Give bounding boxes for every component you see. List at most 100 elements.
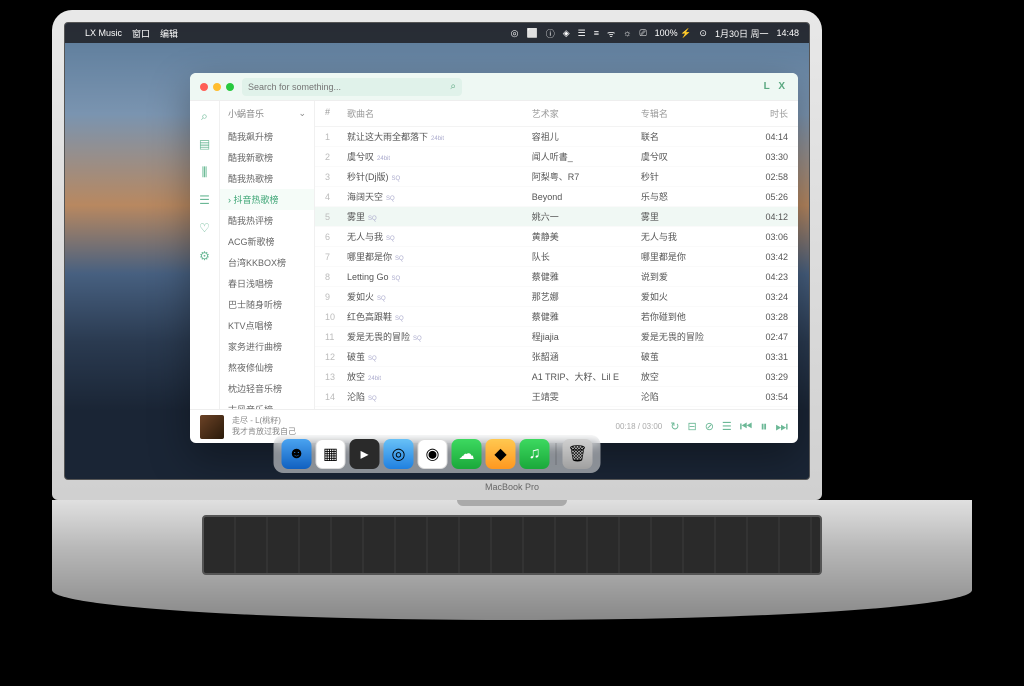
- track-artist: 闻人听書_: [532, 150, 641, 163]
- menubar-status-9[interactable]: 100% ⚡: [655, 28, 692, 39]
- track-list: # 歌曲名 艺术家 专辑名 时长 1就让这大雨全都落下24bit容祖儿联名04:…: [315, 101, 798, 409]
- track-duration: 03:31: [750, 352, 788, 362]
- sidebar-item[interactable]: KTV点唱榜: [220, 315, 314, 336]
- track-name: 爱如火SQ: [347, 290, 532, 303]
- next-track-button[interactable]: ⏭: [775, 418, 788, 435]
- table-row[interactable]: 6无人与我SQ黄静美无人与我03:06: [315, 227, 798, 247]
- loop-icon[interactable]: ↻: [670, 420, 679, 433]
- menubar-status-0[interactable]: ◎: [511, 28, 519, 39]
- sidebar-item[interactable]: 酷我新歌榜: [220, 147, 314, 168]
- menubar-status-3[interactable]: ◈: [563, 28, 570, 39]
- track-artist: 队长: [532, 250, 641, 263]
- track-artist: 程jiajia: [532, 330, 641, 343]
- lyrics-icon[interactable]: ⊟: [687, 420, 696, 433]
- menu-window[interactable]: 窗口: [132, 27, 150, 40]
- table-row[interactable]: 8Letting GoSQ蔡健雅说到爱04:23: [315, 267, 798, 287]
- sidebar-item[interactable]: 酷我热评榜: [220, 210, 314, 231]
- track-duration: 02:58: [750, 172, 788, 182]
- menubar-status-10[interactable]: ⊙: [699, 28, 707, 39]
- track-name: 红色高跟鞋SQ: [347, 310, 532, 323]
- col-artist[interactable]: 艺术家: [532, 107, 641, 120]
- close-button[interactable]: [200, 83, 208, 91]
- menu-edit[interactable]: 编辑: [160, 27, 178, 40]
- safari-icon[interactable]: ◎: [384, 439, 414, 469]
- finder-icon[interactable]: ☻: [282, 439, 312, 469]
- sidebar-item[interactable]: 酷我飙升榜: [220, 126, 314, 147]
- nav-list-icon[interactable]: ▤: [198, 137, 212, 151]
- table-row[interactable]: 14沦陷SQ王靖雯沦陷03:54: [315, 387, 798, 407]
- wechat-icon[interactable]: ☁: [452, 439, 482, 469]
- nav-playlist-icon[interactable]: ☰: [198, 193, 212, 207]
- table-row[interactable]: 9爱如火SQ那艺娜爱如火03:24: [315, 287, 798, 307]
- sidebar-item[interactable]: 酷我热歌榜: [220, 168, 314, 189]
- trash-icon[interactable]: 🗑: [563, 439, 593, 469]
- sidebar-item[interactable]: ACG新歌榜: [220, 231, 314, 252]
- nav-search-icon[interactable]: ⌕: [198, 109, 212, 123]
- mute-icon[interactable]: ⊘: [705, 420, 714, 433]
- track-number: 11: [325, 332, 347, 342]
- menubar-status-12[interactable]: 14:48: [776, 28, 799, 38]
- menubar-status-1[interactable]: ⬜: [526, 28, 537, 39]
- table-row[interactable]: 12破茧SQ张韶涵破茧03:31: [315, 347, 798, 367]
- table-row[interactable]: 10红色高跟鞋SQ蔡健雅若你碰到他03:28: [315, 307, 798, 327]
- sidebar-item[interactable]: 春日浅唱榜: [220, 273, 314, 294]
- track-album: 沦陷: [641, 390, 750, 403]
- track-number: 6: [325, 232, 347, 242]
- prev-track-button[interactable]: ⏮: [740, 418, 753, 435]
- track-artist: 姚六一: [532, 210, 641, 223]
- search-box[interactable]: ⌕: [242, 78, 462, 96]
- app-name[interactable]: LX Music: [85, 28, 122, 38]
- play-pause-button[interactable]: ⏸: [760, 418, 767, 435]
- sidebar-item[interactable]: 家务进行曲榜: [220, 336, 314, 357]
- table-row[interactable]: 2虞兮叹24bit闻人听書_虞兮叹03:30: [315, 147, 798, 167]
- album-art[interactable]: [200, 415, 224, 439]
- track-number: 9: [325, 292, 347, 302]
- sidebar-item[interactable]: 熬夜修仙榜: [220, 357, 314, 378]
- chrome-icon[interactable]: ◉: [418, 439, 448, 469]
- track-artist: 蔡健雅: [532, 310, 641, 323]
- menubar-status-5[interactable]: ≡: [594, 28, 599, 38]
- maximize-button[interactable]: [226, 83, 234, 91]
- track-number: 1: [325, 132, 347, 142]
- terminal-icon[interactable]: ▸: [350, 439, 380, 469]
- nav-settings-icon[interactable]: ⚙: [198, 249, 212, 263]
- queue-icon[interactable]: ☰: [722, 420, 732, 433]
- table-row[interactable]: 7哪里都是你SQ队长哪里都是你03:42: [315, 247, 798, 267]
- col-name[interactable]: 歌曲名: [347, 107, 532, 120]
- sidebar-item[interactable]: 台湾KKBOX榜: [220, 252, 314, 273]
- table-row[interactable]: 1就让这大雨全都落下24bit容祖儿联名04:14: [315, 127, 798, 147]
- menubar-status-11[interactable]: 1月30日 周一: [715, 27, 769, 40]
- table-row[interactable]: 13放空24bitA1 TRIP、大籽、Lil E放空03:29: [315, 367, 798, 387]
- col-album[interactable]: 专辑名: [641, 107, 750, 120]
- source-selector[interactable]: 小蜗音乐 ⌄: [220, 101, 314, 126]
- table-row[interactable]: 5雾里SQ姚六一雾里04:12: [315, 207, 798, 227]
- table-row[interactable]: 4海阔天空SQBeyond乐与怒05:26: [315, 187, 798, 207]
- sidebar-item[interactable]: 古风音乐榜: [220, 399, 314, 409]
- sidebar-item[interactable]: 抖音热歌榜: [220, 189, 314, 210]
- col-duration[interactable]: 时长: [750, 107, 788, 120]
- track-number: 4: [325, 192, 347, 202]
- sketch-icon[interactable]: ◆: [486, 439, 516, 469]
- menubar-status-6[interactable]: ᯤ: [607, 27, 615, 40]
- menubar-status-2[interactable]: ⓘ: [546, 27, 555, 40]
- nav-chart-icon[interactable]: ⫼: [198, 165, 212, 179]
- sidebar-item[interactable]: 枕边轻音乐榜: [220, 378, 314, 399]
- table-row[interactable]: 11爱是无畏的冒险SQ程jiajia爱是无畏的冒险02:47: [315, 327, 798, 347]
- sidebar-item[interactable]: 巴士随身听榜: [220, 294, 314, 315]
- sidebar: 小蜗音乐 ⌄ 酷我飙升榜酷我新歌榜酷我热歌榜抖音热歌榜酷我热评榜ACG新歌榜台湾…: [220, 101, 315, 409]
- search-input[interactable]: [248, 82, 450, 92]
- track-duration: 03:28: [750, 312, 788, 322]
- lx-music-icon[interactable]: ♫: [520, 439, 550, 469]
- menubar-status-7[interactable]: ☼: [623, 28, 631, 38]
- table-row[interactable]: 3秒针(Dj版)SQ阿梨粤、R7秒针02:58: [315, 167, 798, 187]
- nav-heart-icon[interactable]: ♡: [198, 221, 212, 235]
- menubar-status-4[interactable]: ☰: [578, 28, 586, 39]
- minimize-button[interactable]: [213, 83, 221, 91]
- track-album: 哪里都是你: [641, 250, 750, 263]
- macos-menubar: LX Music 窗口 编辑 ◎ ⬜ ⓘ ◈ ☰ ≡ ᯤ ☼ ⎚ 100% ⚡ ⊙ 1月30日 周一 1…: [65, 23, 809, 43]
- launchpad-icon[interactable]: ▦: [316, 439, 346, 469]
- search-icon[interactable]: ⌕: [450, 81, 456, 92]
- track-album: 破茧: [641, 350, 750, 363]
- menubar-status-8[interactable]: ⎚: [639, 28, 646, 39]
- track-name: 破茧SQ: [347, 350, 532, 363]
